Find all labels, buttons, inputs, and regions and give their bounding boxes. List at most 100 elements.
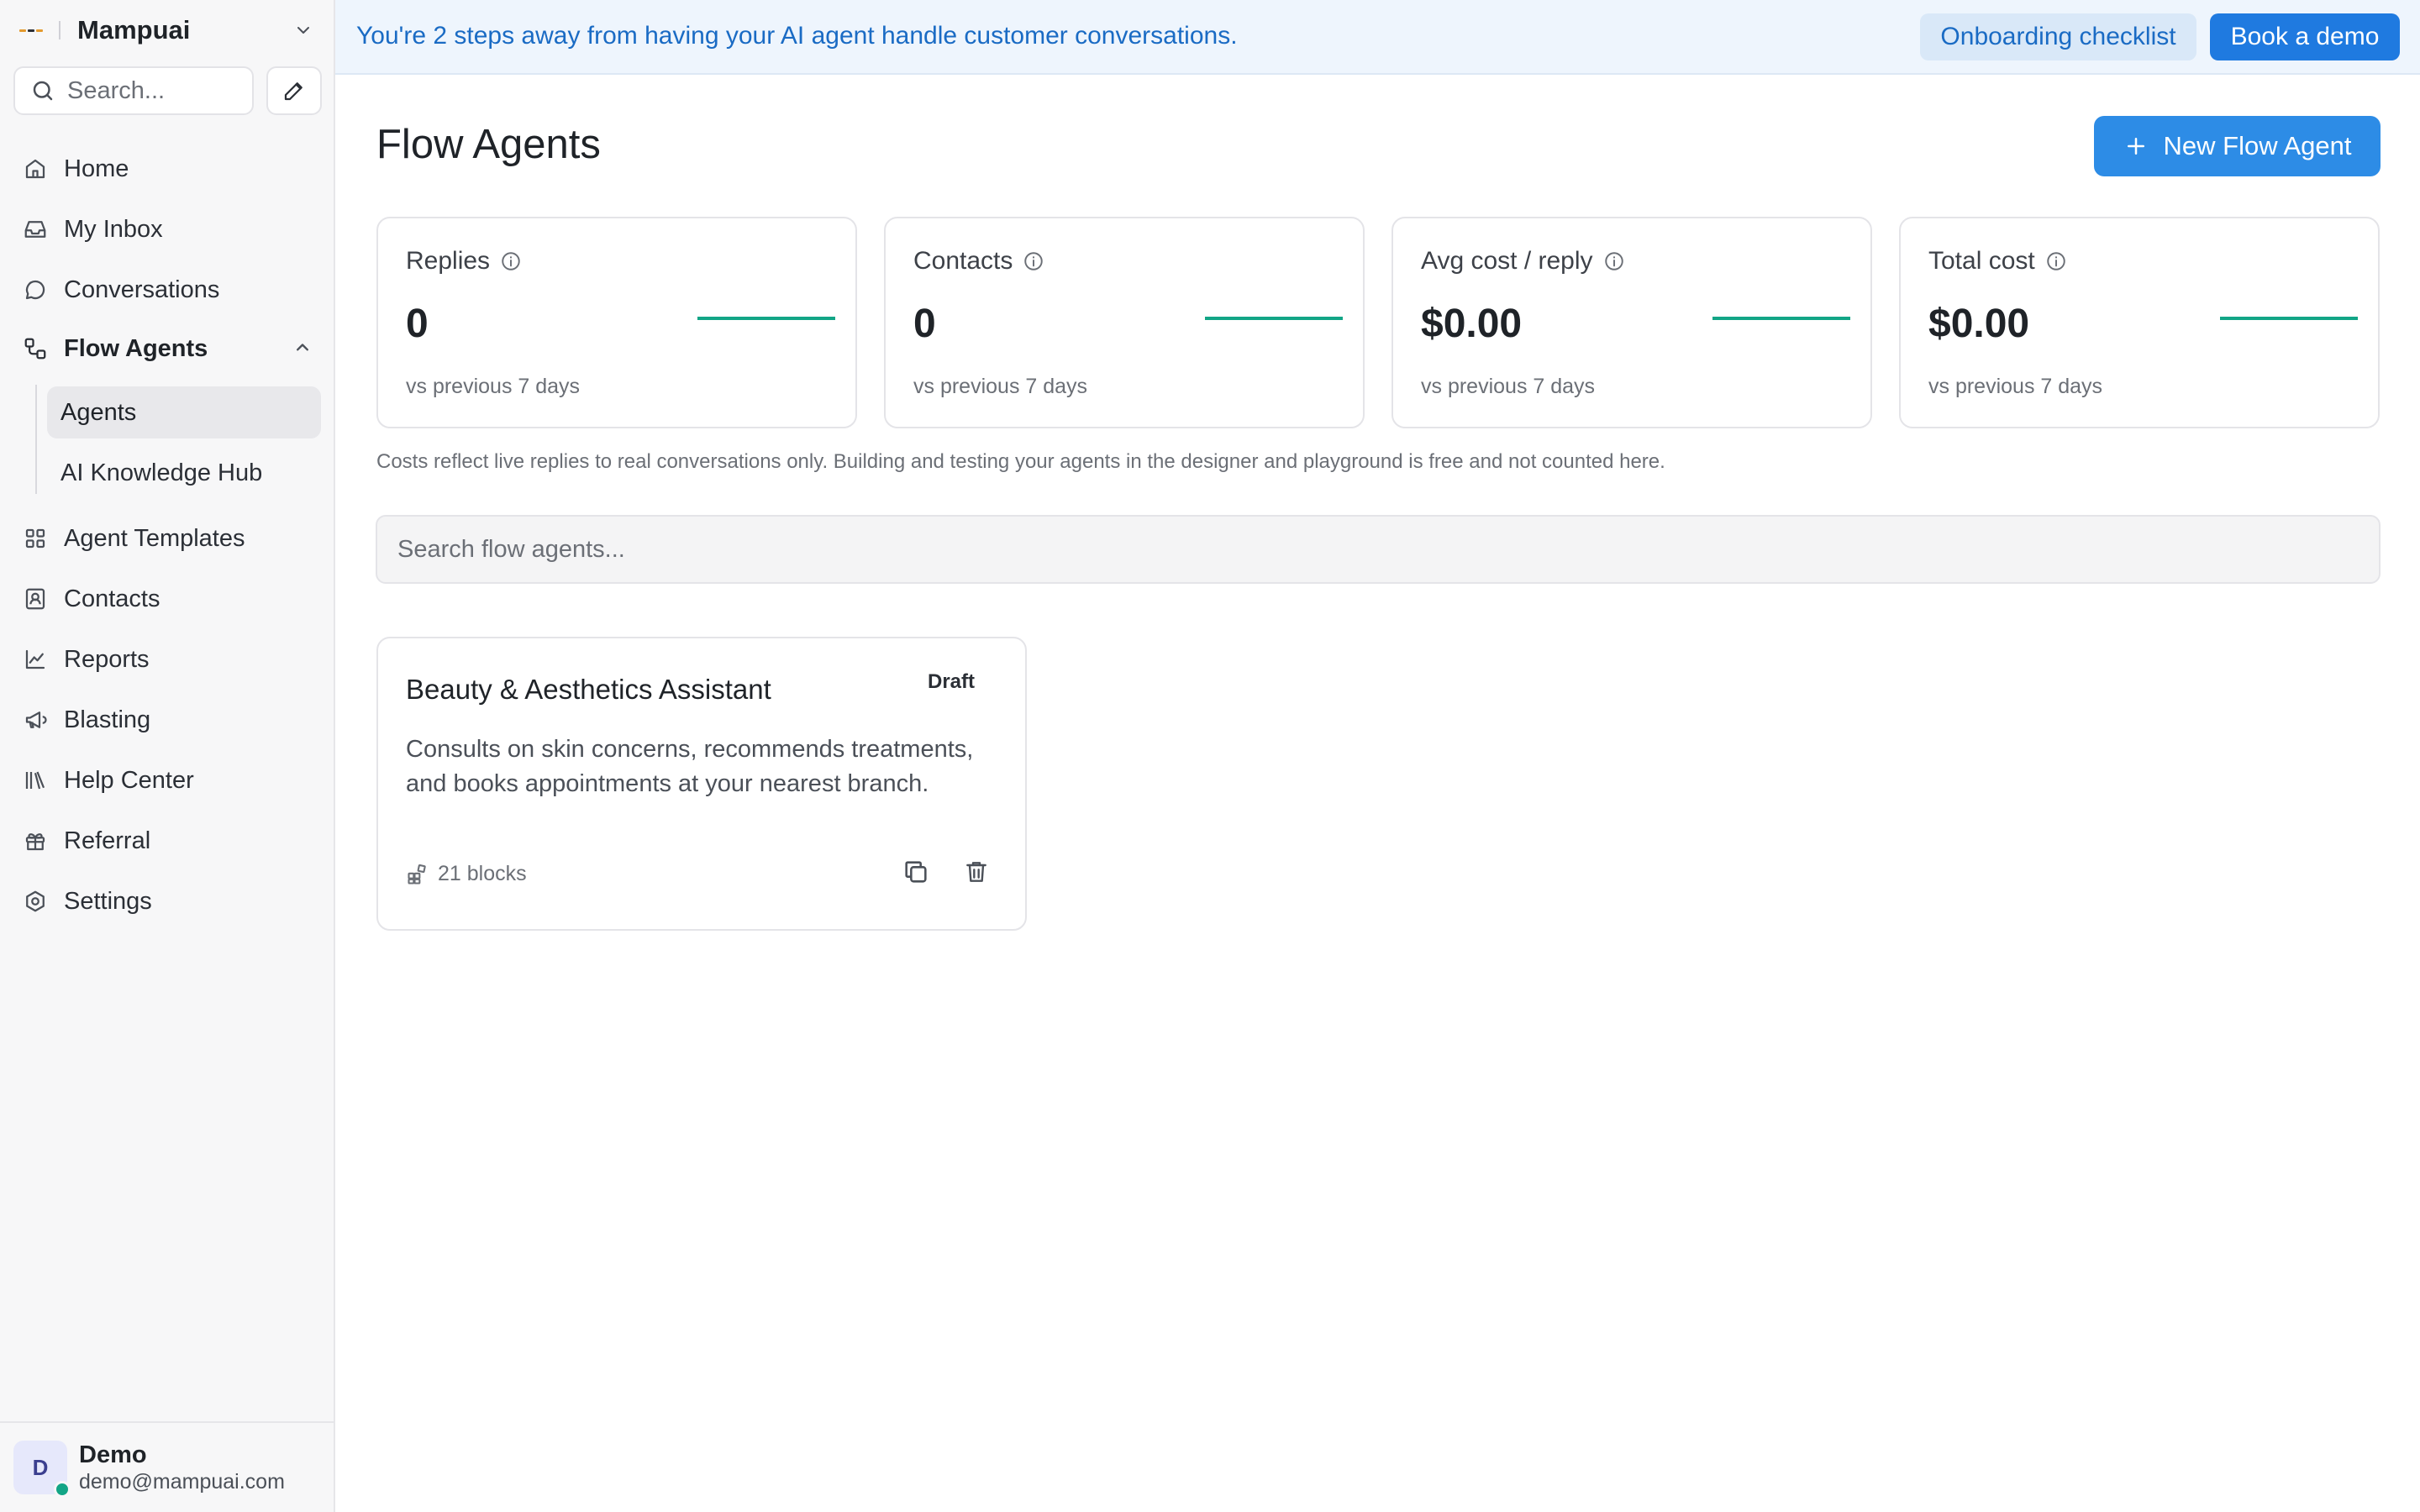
agent-card[interactable]: Beauty & Aesthetics Assistant Draft Cons… (376, 637, 1027, 931)
cost-note: Costs reflect live replies to real conve… (376, 450, 1665, 473)
info-icon[interactable] (1603, 250, 1625, 272)
sidebar: Mampuai Search... Home My Inbox Conversa… (0, 0, 335, 1512)
onboarding-checklist-button[interactable]: Onboarding checklist (1920, 13, 2196, 60)
submenu-guide-line (35, 385, 37, 494)
gift-icon (22, 827, 49, 854)
stat-label-text: Total cost (1928, 247, 2035, 275)
sidebar-item-label: Help Center (64, 766, 194, 794)
sidebar-item-flow-agents[interactable]: Flow Agents (22, 328, 316, 370)
sidebar-item-settings[interactable]: Settings (22, 880, 316, 922)
onboarding-banner: You're 2 steps away from having your AI … (335, 0, 2420, 75)
info-icon[interactable] (500, 250, 522, 272)
agent-block-count: 21 blocks (406, 862, 527, 886)
new-flow-agent-label: New Flow Agent (2163, 131, 2352, 160)
plus-icon (2123, 134, 2149, 159)
stat-card-replies: Replies 0 vs previous 7 days (376, 217, 857, 428)
library-icon (22, 767, 49, 794)
user-email: demo@mampuai.com (79, 1470, 285, 1494)
mampuai-logo-icon (17, 15, 47, 45)
chevron-down-icon[interactable] (291, 18, 316, 43)
sidebar-item-knowledge-hub[interactable]: AI Knowledge Hub (47, 447, 321, 499)
sidebar-item-referral[interactable]: Referral (22, 820, 316, 862)
stat-label: Replies (406, 247, 522, 276)
sparkline (2220, 317, 2358, 320)
duplicate-agent-button[interactable] (899, 855, 933, 889)
flow-agents-search-placeholder: Search flow agents... (397, 535, 625, 563)
stat-card-total-cost: Total cost $0.00 vs previous 7 days (1899, 217, 2380, 428)
stat-comparison: vs previous 7 days (1421, 375, 1596, 398)
sidebar-item-label: Home (64, 155, 129, 182)
info-icon[interactable] (2045, 250, 2067, 272)
workspace-name: Mampuai (77, 15, 191, 45)
status-badge: Draft (928, 670, 976, 693)
stat-comparison: vs previous 7 days (406, 375, 581, 398)
chevron-up-icon[interactable] (291, 336, 316, 361)
sidebar-item-reports[interactable]: Reports (22, 638, 316, 680)
sidebar-item-label: Conversations (64, 276, 220, 303)
sidebar-item-label: Reports (64, 645, 150, 673)
sidebar-item-agents[interactable]: Agents (47, 386, 321, 438)
megaphone-icon (22, 706, 49, 733)
copy-icon (902, 858, 930, 886)
sidebar-item-label: Flow Agents (64, 334, 208, 362)
trash-icon (963, 858, 990, 885)
sidebar-item-contacts[interactable]: Contacts (22, 578, 316, 620)
agent-description: Consults on skin concerns, recommends tr… (406, 736, 974, 797)
sidebar-item-conversations[interactable]: Conversations (22, 269, 316, 311)
sidebar-item-inbox[interactable]: My Inbox (22, 208, 316, 250)
grid-icon (22, 525, 49, 552)
stat-card-contacts: Contacts 0 vs previous 7 days (884, 217, 1365, 428)
blocks-icon (406, 863, 429, 886)
gear-icon (22, 888, 49, 915)
sidebar-item-blasting[interactable]: Blasting (22, 699, 316, 741)
sidebar-item-agent-templates[interactable]: Agent Templates (22, 517, 316, 559)
banner-message: You're 2 steps away from having your AI … (356, 22, 1238, 50)
avatar-initial: D (32, 1454, 49, 1480)
page-title: Flow Agents (376, 122, 601, 167)
stat-comparison: vs previous 7 days (1928, 375, 2103, 398)
new-flow-agent-button[interactable]: New Flow Agent (2094, 116, 2381, 176)
stat-label: Contacts (913, 247, 1044, 276)
sidebar-item-label: Contacts (64, 585, 160, 612)
sidebar-item-label: Agent Templates (64, 524, 245, 552)
stat-label-text: Avg cost / reply (1421, 247, 1593, 275)
sidebar-item-home[interactable]: Home (22, 148, 316, 190)
user-profile[interactable]: D Demo demo@mampuai.com (0, 1421, 334, 1512)
agent-title: Beauty & Aesthetics Assistant (406, 674, 771, 705)
sidebar-item-label: Blasting (64, 706, 151, 733)
sparkline (1205, 317, 1343, 320)
stat-comparison: vs previous 7 days (913, 375, 1088, 398)
delete-agent-button[interactable] (960, 855, 993, 889)
stat-value: $0.00 (1421, 302, 1523, 346)
contact-card-icon (22, 585, 49, 612)
sidebar-item-help-center[interactable]: Help Center (22, 759, 316, 801)
sidebar-item-label: My Inbox (64, 215, 163, 243)
chat-bubble-icon (22, 276, 49, 303)
stat-card-avg-cost: Avg cost / reply $0.00 vs previous 7 day… (1392, 217, 1872, 428)
stat-label: Total cost (1928, 247, 2067, 276)
user-name: Demo (79, 1441, 147, 1468)
stat-value: 0 (406, 302, 429, 346)
stat-label-text: Contacts (913, 247, 1013, 275)
workspace-divider (59, 21, 60, 39)
online-status-dot (54, 1481, 71, 1498)
workflow-icon (22, 335, 49, 362)
stat-value: 0 (913, 302, 936, 346)
user-info: Demo demo@mampuai.com (79, 1441, 285, 1494)
sidebar-item-label: Referral (64, 827, 151, 854)
flow-agents-search-input[interactable]: Search flow agents... (376, 515, 2381, 584)
home-icon (22, 155, 49, 182)
sidebar-search-input[interactable]: Search... (13, 66, 254, 115)
info-icon[interactable] (1023, 250, 1044, 272)
sidebar-item-label: Settings (64, 887, 152, 915)
sparkline (697, 317, 835, 320)
stat-label-text: Replies (406, 247, 491, 275)
compose-button[interactable] (266, 66, 322, 115)
book-demo-button[interactable]: Book a demo (2210, 13, 2400, 60)
workspace-switcher[interactable]: Mampuai (17, 12, 316, 49)
sparkline (1712, 317, 1850, 320)
stat-label: Avg cost / reply (1421, 247, 1625, 276)
stat-value: $0.00 (1928, 302, 2030, 346)
avatar: D (13, 1441, 71, 1498)
line-chart-icon (22, 646, 49, 673)
